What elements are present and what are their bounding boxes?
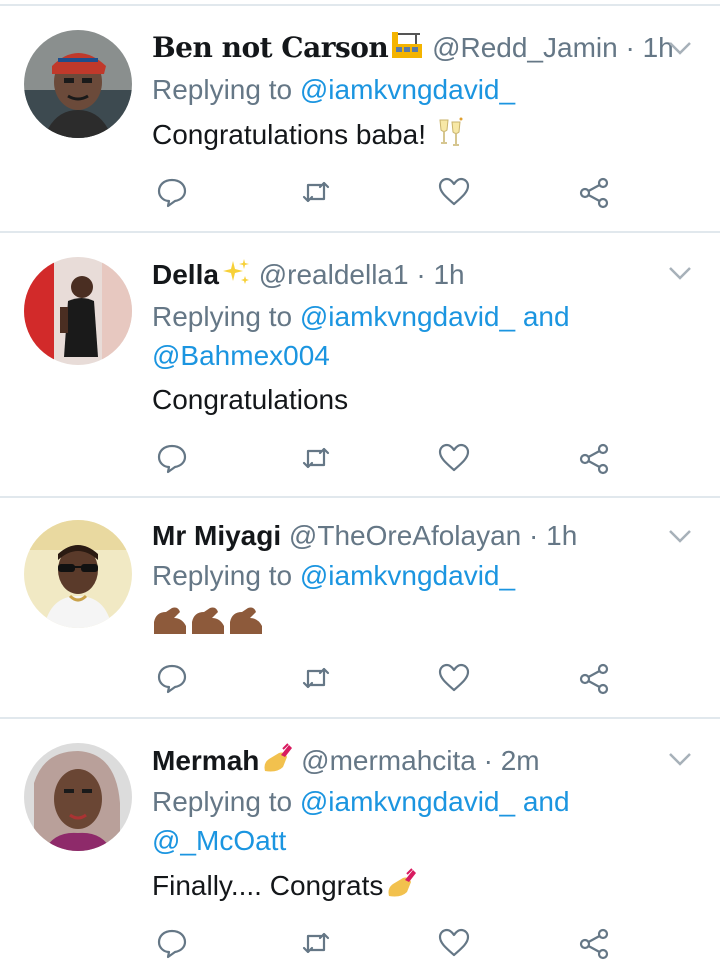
flexed-biceps-icon xyxy=(152,604,264,647)
timestamp[interactable]: 1h xyxy=(433,259,464,290)
like-icon[interactable] xyxy=(434,658,474,698)
tweet-body: Congratulations baba! xyxy=(152,118,426,150)
and-conjunction: and xyxy=(522,301,570,332)
avatar-image xyxy=(24,743,132,851)
share-icon[interactable] xyxy=(574,438,614,478)
nail-polish-icon xyxy=(385,868,417,907)
mention-link[interactable]: @_McOatt xyxy=(152,825,286,856)
chevron-down-icon[interactable] xyxy=(668,751,692,767)
replying-label: Replying to xyxy=(152,786,293,817)
replying-to-continued: @_McOatt xyxy=(152,823,286,859)
display-name[interactable]: Mr Miyagi xyxy=(152,520,281,551)
separator-dot: · xyxy=(529,520,539,551)
display-name[interactable]: Della xyxy=(152,259,219,290)
separator-dot: · xyxy=(416,259,426,290)
tweet-header: Mermah @mermahcita · 2m xyxy=(152,743,540,782)
avatar[interactable] xyxy=(24,257,132,365)
mention-link[interactable]: @Bahmex004 xyxy=(152,340,330,371)
user-handle[interactable]: @Redd_Jamin xyxy=(432,32,618,63)
chevron-down-icon[interactable] xyxy=(668,40,692,56)
share-icon[interactable] xyxy=(574,923,614,963)
tweet-header: Mr Miyagi @TheOreAfolayan · 1h xyxy=(152,518,577,554)
mention-link[interactable]: @iamkvngdavid_ xyxy=(300,560,515,591)
tweet-body: Finally.... Congrats xyxy=(152,870,384,901)
tweet-text: Congratulations baba! xyxy=(152,116,466,157)
avatar-image xyxy=(24,257,132,365)
tweet-header: Della @realdella1 · 1h xyxy=(152,257,465,296)
retweet-icon[interactable] xyxy=(296,438,336,478)
tweet[interactable]: Mermah @mermahcita · 2m Replying to @iam… xyxy=(0,719,720,966)
tweet[interactable]: Ben not Carson @Redd_Jamin · 1h Replying… xyxy=(0,0,720,230)
sparkles-icon xyxy=(221,257,251,296)
timestamp[interactable]: 2m xyxy=(501,745,540,776)
retweet-icon[interactable] xyxy=(296,923,336,963)
separator-dot: · xyxy=(483,745,493,776)
user-handle[interactable]: @realdella1 xyxy=(259,259,409,290)
retweet-icon[interactable] xyxy=(296,172,336,212)
replying-label: Replying to xyxy=(152,301,293,332)
like-icon[interactable] xyxy=(434,923,474,963)
retweet-icon[interactable] xyxy=(296,658,336,698)
display-name[interactable]: Ben not Carson xyxy=(152,31,389,64)
replying-to-continued: @Bahmex004 xyxy=(152,338,330,374)
tweet-text xyxy=(152,604,264,644)
avatar-image xyxy=(24,520,132,628)
mention-link[interactable]: @iamkvngdavid_ xyxy=(300,74,515,105)
user-handle[interactable]: @mermahcita xyxy=(301,745,476,776)
avatar[interactable] xyxy=(24,520,132,628)
nail-polish-icon xyxy=(261,743,293,782)
tweet-text: Finally.... Congrats xyxy=(152,868,417,907)
replying-label: Replying to xyxy=(152,560,293,591)
reply-icon[interactable] xyxy=(152,172,192,212)
mention-link[interactable]: @iamkvngdavid_ xyxy=(300,301,515,332)
tweet-actions xyxy=(0,438,720,478)
replying-to: Replying to @iamkvngdavid_ xyxy=(152,558,515,594)
display-name[interactable]: Mermah xyxy=(152,745,259,776)
tweet-text: Congratulations xyxy=(152,382,348,418)
chevron-down-icon[interactable] xyxy=(668,528,692,544)
like-icon[interactable] xyxy=(434,172,474,212)
chevron-down-icon[interactable] xyxy=(668,265,692,281)
and-conjunction: and xyxy=(522,786,570,817)
avatar-image xyxy=(24,30,132,138)
reply-icon[interactable] xyxy=(152,658,192,698)
tweet[interactable]: Della @realdella1 · 1h Replying to @iamk… xyxy=(0,233,720,495)
tweet-body: Congratulations xyxy=(152,384,349,415)
like-icon[interactable] xyxy=(434,438,474,478)
timestamp[interactable]: 1h xyxy=(546,520,577,551)
tweet-actions xyxy=(0,923,720,963)
replying-to: Replying to @iamkvngdavid_ and xyxy=(152,299,570,335)
avatar[interactable] xyxy=(24,743,132,851)
avatar[interactable] xyxy=(24,30,132,138)
champagne-glasses-icon xyxy=(436,116,466,157)
replying-label: Replying to xyxy=(152,74,293,105)
mention-link[interactable]: @iamkvngdavid_ xyxy=(300,786,515,817)
construction-site-icon xyxy=(390,30,424,69)
user-handle[interactable]: @TheOreAfolayan xyxy=(289,520,521,551)
reply-icon[interactable] xyxy=(152,438,192,478)
replying-to: Replying to @iamkvngdavid_ xyxy=(152,72,515,108)
share-icon[interactable] xyxy=(574,172,614,212)
separator-dot: · xyxy=(625,32,635,63)
tweet-header: Ben not Carson @Redd_Jamin · 1h xyxy=(152,30,674,69)
reply-icon[interactable] xyxy=(152,923,192,963)
tweet-actions xyxy=(0,172,720,212)
replying-to: Replying to @iamkvngdavid_ and xyxy=(152,784,570,820)
tweet-actions xyxy=(0,658,720,698)
tweet[interactable]: Mr Miyagi @TheOreAfolayan · 1h Replying … xyxy=(0,498,720,716)
share-icon[interactable] xyxy=(574,658,614,698)
